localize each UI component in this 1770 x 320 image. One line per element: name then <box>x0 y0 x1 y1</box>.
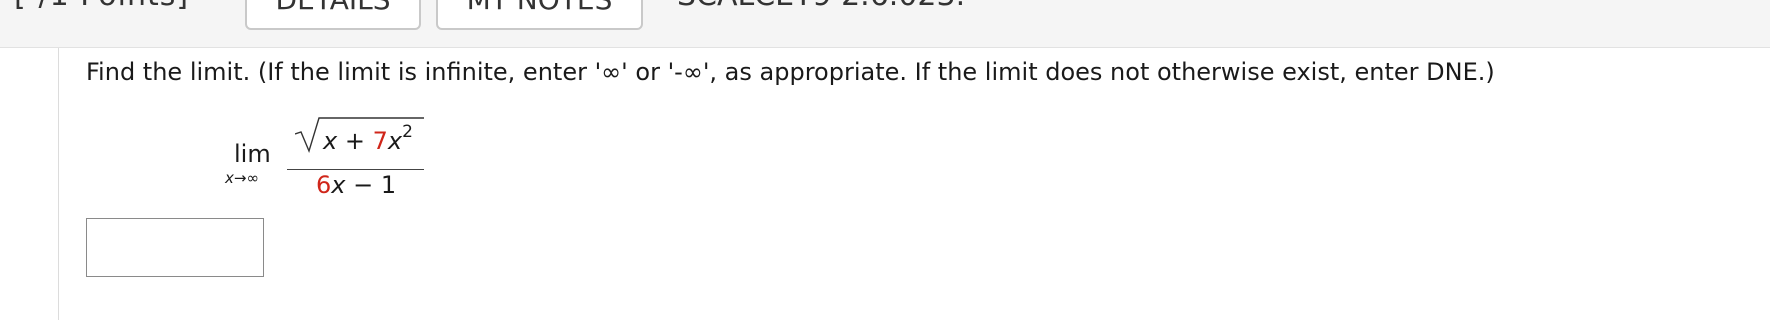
fraction-bar <box>287 169 424 170</box>
numerator-variable: x <box>387 127 403 155</box>
limit-variable: x <box>225 169 234 187</box>
limit-word: lim <box>234 140 271 168</box>
numerator-coefficient: 7 <box>372 127 388 155</box>
denominator-variable: x <box>331 171 346 199</box>
question-prompt: Find the limit. (If the limit is infinit… <box>86 58 1495 86</box>
denominator-minus: − <box>345 171 381 199</box>
my-notes-button[interactable]: MY NOTES <box>436 0 643 30</box>
numerator-radicand: x + 7x2 <box>323 122 413 155</box>
limit-fraction: x + 7x2 6x − 1 <box>287 112 424 200</box>
question-header: [-/1 Points] DETAILS MY NOTES SCALCET9 2… <box>0 0 1770 48</box>
denominator: 6x − 1 <box>316 171 396 199</box>
details-button[interactable]: DETAILS <box>245 0 421 30</box>
left-divider <box>58 48 59 320</box>
denominator-coefficient: 6 <box>316 171 332 199</box>
limit-target: ∞ <box>246 169 259 187</box>
problem-code: SCALCET9 2.6.023. <box>677 0 965 13</box>
limit-subscript: x→∞ <box>225 169 259 187</box>
numerator-x: x <box>323 127 338 155</box>
numerator-plus: + <box>337 127 373 155</box>
denominator-constant: 1 <box>380 171 397 199</box>
numerator-exponent: 2 <box>402 122 413 142</box>
points-label: [-/1 Points] <box>14 0 189 13</box>
answer-input[interactable] <box>86 218 264 277</box>
limit-arrow: → <box>233 169 247 187</box>
